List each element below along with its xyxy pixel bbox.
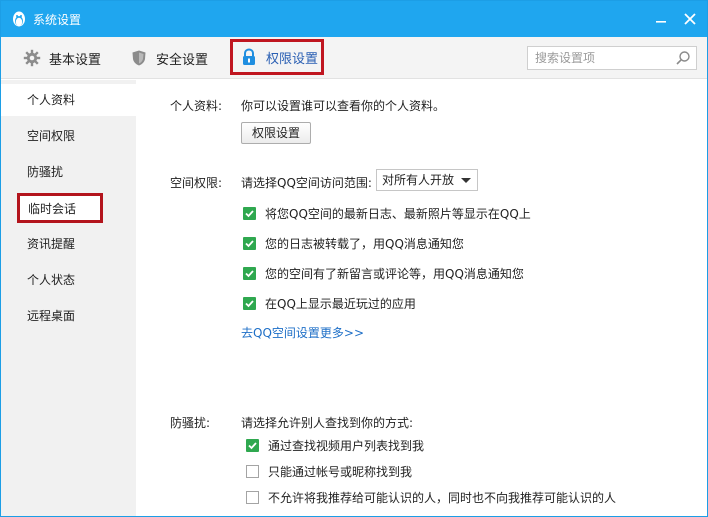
sidebar-item-temp-session[interactable]: 临时会话 — [17, 193, 103, 223]
checkbox-checked[interactable] — [246, 439, 259, 452]
option-label: 在QQ上显示最近玩过的应用 — [265, 297, 416, 311]
space-option-repost-notify[interactable]: 您的日志被转载了，用QQ消息通知您 — [243, 235, 464, 252]
sidebar-item-anti-harassment[interactable]: 防骚扰 — [1, 156, 136, 188]
checkbox-checked[interactable] — [243, 267, 256, 280]
sidebar-item-news-alert[interactable]: 资讯提醒 — [1, 228, 136, 260]
settings-search — [527, 46, 697, 70]
settings-sidebar: 个人资料 空间权限 防骚扰 临时会话 资讯提醒 个人状态 远程桌面 — [1, 80, 136, 516]
checkbox-checked[interactable] — [243, 237, 256, 250]
sidebar-item-personal-status[interactable]: 个人状态 — [1, 264, 136, 296]
space-option-show-latest[interactable]: 将您QQ空间的最新日志、最新照片等显示在QQ上 — [243, 205, 531, 222]
option-label: 您的空间有了新留言或评论等，用QQ消息通知您 — [265, 267, 524, 281]
settings-window: 系统设置 基本设置 安全设置 权限设置 搜索设置项 个人资料 空间权限 防骚扰 … — [0, 0, 708, 517]
sidebar-item-profile[interactable]: 个人资料 — [1, 84, 136, 116]
qzone-more-settings-link[interactable]: 去QQ空间设置更多>> — [241, 324, 364, 341]
penguin-icon — [13, 11, 25, 27]
tab-security-settings[interactable]: 安全设置 — [130, 41, 208, 75]
shield-icon — [132, 50, 146, 66]
profile-label: 个人资料: — [170, 99, 223, 113]
find-option-video-list[interactable]: 通过查找视频用户列表找到我 — [246, 437, 424, 454]
permission-settings-button[interactable]: 权限设置 — [241, 122, 311, 144]
tab-permission-settings[interactable]: 权限设置 — [230, 39, 324, 75]
checkbox-checked[interactable] — [243, 207, 256, 220]
find-option-no-recommend[interactable]: 不允许将我推荐给可能认识的人，同时也不向我推荐可能认识的人 — [246, 489, 616, 506]
space-option-comment-notify[interactable]: 您的空间有了新留言或评论等，用QQ消息通知您 — [243, 265, 524, 282]
option-label: 只能通过帐号或昵称找到我 — [268, 465, 413, 479]
anti-harassment-label: 防骚扰: — [170, 416, 211, 430]
option-label: 不允许将我推荐给可能认识的人，同时也不向我推荐可能认识的人 — [268, 491, 617, 505]
window-title: 系统设置 — [33, 13, 82, 27]
space-access-prompt: 请选择QQ空间访问范围: — [241, 176, 372, 190]
find-option-account-only[interactable]: 只能通过帐号或昵称找到我 — [246, 463, 412, 480]
space-permission-label: 空间权限: — [170, 176, 223, 190]
tab-label: 基本设置 — [49, 52, 102, 68]
option-label: 通过查找视频用户列表找到我 — [268, 439, 425, 453]
option-label: 将您QQ空间的最新日志、最新照片等显示在QQ上 — [265, 207, 531, 221]
space-access-select[interactable]: 对所有人开放 — [376, 169, 478, 191]
tab-basic-settings[interactable]: 基本设置 — [23, 41, 101, 75]
checkbox-unchecked[interactable] — [246, 465, 259, 478]
settings-content: 个人资料: 你可以设置谁可以查看你的个人资料。 权限设置 空间权限: 请选择QQ… — [136, 80, 707, 516]
sidebar-item-space-permission[interactable]: 空间权限 — [1, 120, 136, 152]
sidebar-item-remote-desktop[interactable]: 远程桌面 — [1, 300, 136, 332]
space-option-recent-apps[interactable]: 在QQ上显示最近玩过的应用 — [243, 295, 416, 312]
tab-label: 权限设置 — [266, 51, 319, 67]
find-me-prompt: 请选择允许别人查找到你的方式: — [241, 416, 414, 430]
chevron-down-icon — [461, 178, 471, 183]
settings-toolbar: 基本设置 安全设置 权限设置 — [1, 37, 707, 79]
option-label: 您的日志被转载了，用QQ消息通知您 — [265, 237, 464, 251]
checkbox-unchecked[interactable] — [246, 491, 259, 504]
gear-icon — [23, 49, 41, 67]
minimize-icon[interactable] — [652, 10, 670, 28]
tab-label: 安全设置 — [156, 52, 209, 68]
close-icon[interactable] — [681, 10, 699, 28]
title-bar: 系统设置 — [1, 1, 707, 37]
space-access-value: 对所有人开放 — [382, 173, 455, 187]
lock-icon — [243, 48, 255, 65]
search-icon[interactable] — [675, 50, 691, 66]
profile-description: 你可以设置谁可以查看你的个人资料。 — [241, 99, 446, 113]
checkbox-checked[interactable] — [243, 297, 256, 310]
search-input[interactable] — [535, 47, 675, 69]
